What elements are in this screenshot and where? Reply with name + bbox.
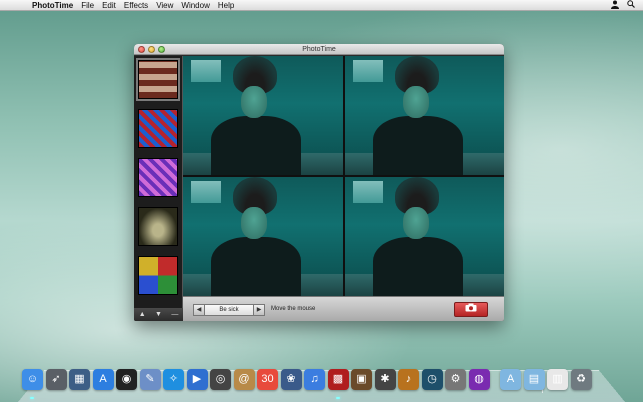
camera-icon (465, 303, 477, 314)
move-down-button[interactable]: ▼ (155, 311, 162, 318)
effect-thumbnail-color-quad[interactable] (138, 256, 178, 295)
bomb-app-icon[interactable]: ✱ (374, 369, 396, 390)
take-photo-button[interactable] (454, 302, 488, 317)
camera-preview-cell (183, 177, 343, 296)
app-store-icon[interactable]: A (92, 369, 114, 390)
running-indicator (30, 397, 34, 399)
trash-icon[interactable]: ♻ (570, 369, 592, 390)
effect-name-label: Be sick (205, 304, 253, 316)
remove-button[interactable]: — (171, 311, 178, 318)
document-stack-icon[interactable]: ▥ (547, 369, 568, 390)
sidebar-footer: ▲ ▼ — (134, 308, 183, 321)
time-machine-icon[interactable]: ◷ (421, 369, 443, 390)
preview-icon[interactable]: ✎ (139, 369, 161, 390)
spotlight-search-icon[interactable] (627, 0, 635, 12)
menu-file[interactable]: File (81, 0, 94, 11)
previous-effect-button[interactable]: ◀ (193, 304, 205, 316)
user-icon[interactable] (611, 0, 619, 12)
effect-thumbnail-vignette[interactable] (138, 207, 178, 246)
photo-booth-icon[interactable]: ◎ (210, 369, 231, 390)
menu-bar: PhotoTime File Edit Effects View Window … (0, 0, 643, 11)
effect-thumbnail-purple-kaleidoscope[interactable] (138, 158, 178, 197)
itunes-icon[interactable]: ♫ (304, 369, 325, 390)
effect-thumbnail-photo-booth-tiles[interactable] (136, 58, 180, 101)
camera-preview-cell (344, 177, 504, 296)
dashboard-icon[interactable]: ◉ (116, 369, 137, 390)
address-book-icon[interactable]: @ (233, 369, 255, 390)
menu-edit[interactable]: Edit (102, 0, 116, 11)
ical-icon[interactable]: 30 (257, 369, 278, 390)
image-capture-icon[interactable]: ▣ (351, 369, 372, 390)
mission-control-icon[interactable]: ▦ (69, 369, 90, 390)
zoom-button[interactable] (158, 46, 165, 53)
camera-preview-cell (344, 56, 504, 175)
color-sync-icon[interactable]: ◍ (468, 369, 490, 390)
effects-sidebar (134, 56, 183, 308)
facetime-icon[interactable]: ▶ (186, 369, 208, 390)
minimize-button[interactable] (148, 46, 155, 53)
applications-folder-icon[interactable]: A (500, 369, 521, 390)
photo-time-icon[interactable]: ▩ (327, 369, 349, 390)
finder-icon[interactable]: ☺ (22, 369, 43, 390)
menu-app-name[interactable]: PhotoTime (32, 0, 73, 11)
camera-preview-cell (183, 56, 343, 175)
menu-effects[interactable]: Effects (124, 0, 148, 11)
menu-view[interactable]: View (156, 0, 173, 11)
control-bar: ◀ Be sick ▶ Move the mouse (183, 296, 504, 321)
running-indicator (335, 397, 340, 399)
launchpad-icon[interactable]: ➶ (45, 369, 67, 390)
iphoto-icon[interactable]: ❀ (280, 369, 302, 390)
phototime-window: PhotoTime ▲ ▼ — ◀ Be sick ▶ Move the mou… (134, 44, 504, 321)
effect-thumbnail-rainbow-pattern[interactable] (138, 109, 178, 148)
effect-selector: ◀ Be sick ▶ (193, 304, 265, 316)
safari-icon[interactable]: ✧ (163, 369, 184, 390)
move-up-button[interactable]: ▲ (139, 311, 146, 318)
next-effect-button[interactable]: ▶ (253, 304, 265, 316)
system-preferences-icon[interactable]: ⚙ (445, 369, 466, 390)
documents-folder-icon[interactable]: ▤ (523, 369, 545, 390)
hint-text: Move the mouse (271, 306, 316, 312)
close-button[interactable] (138, 46, 145, 53)
window-titlebar[interactable]: PhotoTime (134, 44, 504, 55)
dock-icons: ☺ ➶ ▦ A ◉ ✎ ✧ ▶ ◎ @30 ❀ ♫ ▩ ▣ ✱ ♪ ◷ ⚙ ◍ A ▤ ▥ ♻ (22, 369, 622, 399)
window-title: PhotoTime (302, 46, 336, 53)
garageband-icon[interactable]: ♪ (398, 369, 419, 390)
menu-help[interactable]: Help (218, 0, 234, 11)
menu-window[interactable]: Window (181, 0, 209, 11)
camera-preview-grid (183, 56, 504, 296)
